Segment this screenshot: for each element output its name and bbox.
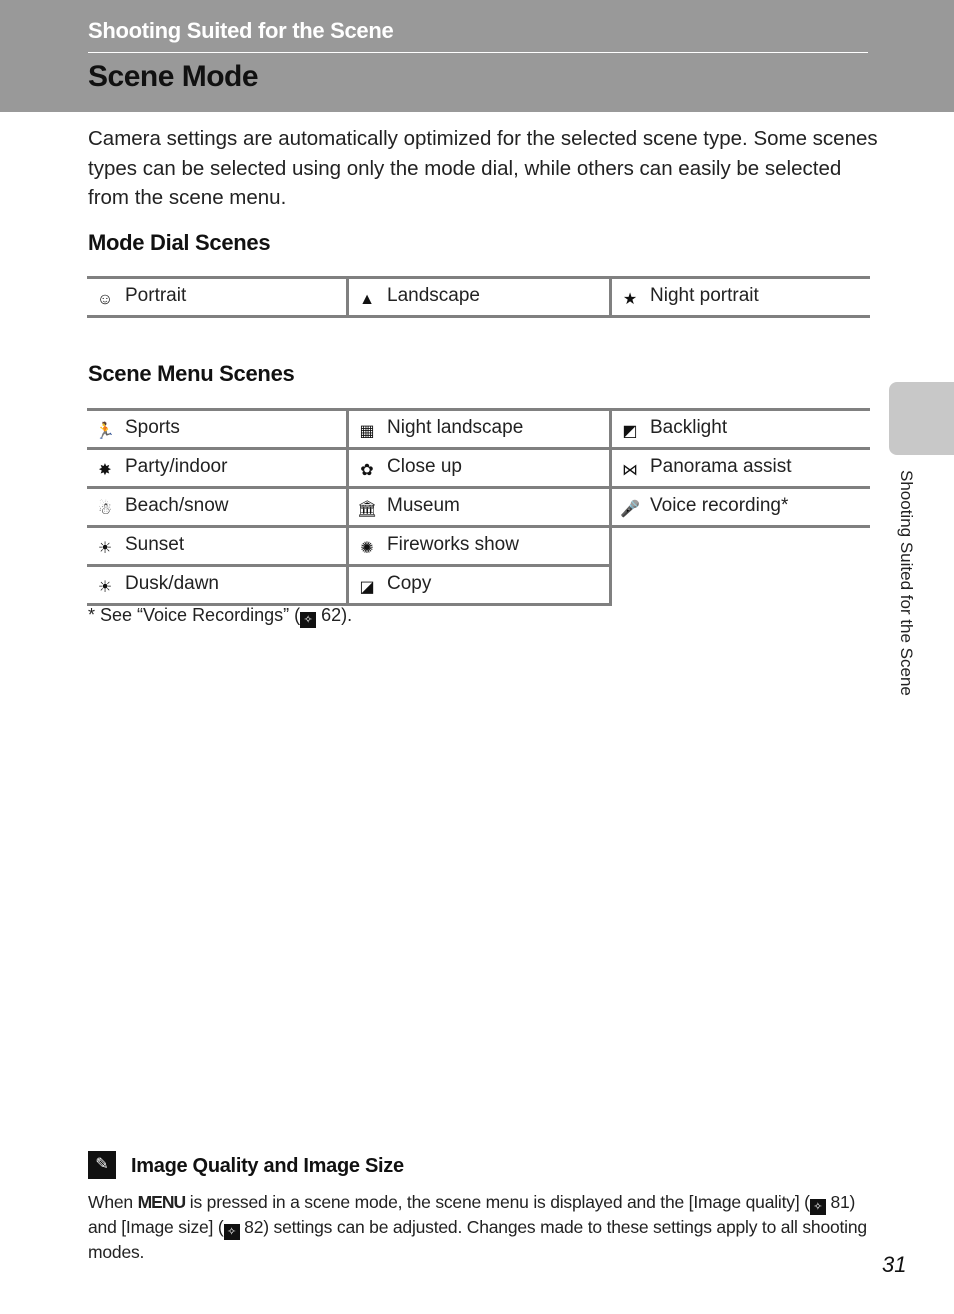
reference-icon: ✧ <box>300 612 317 628</box>
scene-label: Dusk/dawn <box>125 572 219 594</box>
scene-label: Portrait <box>125 284 187 306</box>
close-up-icon: ✿ <box>360 461 374 479</box>
reference-icon: ✧ <box>223 1224 240 1240</box>
scene-label: Night landscape <box>387 416 524 438</box>
panorama-assist-icon: ⋈ <box>622 461 638 479</box>
footnote-page-ref[interactable]: 62). <box>316 605 352 625</box>
scene-label: Panorama assist <box>650 455 792 477</box>
scene-label: Night portrait <box>650 284 759 306</box>
table-row: ☺ Portrait ▲ Landscape ★ Night portrait <box>87 276 870 318</box>
portrait-icon: ☺ <box>96 290 114 308</box>
scene-label: Sunset <box>125 533 185 555</box>
intro-paragraph: Camera settings are automatically optimi… <box>88 127 878 209</box>
scene-cell: ✺ Fireworks show <box>346 525 611 567</box>
scene-label: Beach/snow <box>125 494 229 516</box>
landscape-icon: ▲ <box>359 290 375 308</box>
tip-text: is pressed in a scene mode, the scene me… <box>185 1192 810 1212</box>
beach-snow-icon: ☃ <box>97 500 113 518</box>
scene-label: Fireworks show <box>387 533 519 555</box>
scene-label: Sports <box>125 416 180 438</box>
mode-dial-cell: ▲ Landscape <box>346 276 611 318</box>
scene-cell: ▦ Night landscape <box>346 408 611 450</box>
scene-cell: ⋈ Panorama assist <box>609 447 870 489</box>
table-row: ☀ Dusk/dawn ◪ Copy <box>87 564 870 606</box>
empty-cell <box>609 565 870 605</box>
scene-label: Close up <box>387 455 462 477</box>
scene-menu-heading: Scene Menu Scenes <box>88 361 295 386</box>
header-divider <box>88 52 868 53</box>
scene-cell: ☀ Sunset <box>87 525 348 567</box>
scene-cell: ☀ Dusk/dawn <box>87 564 348 606</box>
footnote-text: * See “Voice Recordings” ( <box>88 605 301 625</box>
scene-cell: 🏛 Museum <box>346 486 611 528</box>
scene-cell: ◩ Backlight <box>609 408 870 450</box>
sports-icon: 🏃 <box>95 422 115 440</box>
scene-label: Backlight <box>650 416 728 438</box>
scene-label: Landscape <box>387 284 480 306</box>
footnote: * See “Voice Recordings” (✧ 62). <box>88 605 352 628</box>
sunset-icon: ☀ <box>97 539 113 557</box>
scene-cell: 🎤 Voice recording* <box>609 486 870 528</box>
scene-cell: ☃ Beach/snow <box>87 486 348 528</box>
backlight-icon: ◩ <box>622 422 638 440</box>
fireworks-show-icon: ✺ <box>360 539 374 557</box>
side-tab[interactable] <box>889 382 954 455</box>
mode-dial-table: ☺ Portrait ▲ Landscape ★ Night portrait <box>87 276 870 318</box>
section-title: Shooting Suited for the Scene <box>88 18 394 43</box>
tip-icon: ✎ <box>88 1151 116 1179</box>
museum-icon: 🏛 <box>357 500 378 518</box>
scene-label: Voice recording* <box>650 494 789 516</box>
empty-cell <box>609 526 870 566</box>
scene-label: Party/indoor <box>125 455 228 477</box>
mode-dial-cell: ☺ Portrait <box>87 276 348 318</box>
table-row: ✸ Party/indoor ✿ Close up ⋈ Panorama assist <box>87 447 870 489</box>
side-tab-label: Shooting Suited for the Scene <box>897 470 916 696</box>
reference-icon: ✧ <box>809 1199 826 1215</box>
scene-cell: ✿ Close up <box>346 447 611 489</box>
scene-label: Museum <box>387 494 460 516</box>
scene-label: Copy <box>387 572 432 594</box>
tip-title: Image Quality and Image Size <box>131 1155 404 1177</box>
page-title: Scene Mode <box>88 60 259 93</box>
page-number: 31 <box>882 1252 907 1277</box>
mode-dial-cell: ★ Night portrait <box>609 276 870 318</box>
scene-cell: 🏃 Sports <box>87 408 348 450</box>
tip-body: When MENU is pressed in a scene mode, th… <box>88 1190 878 1264</box>
scene-cell: ✸ Party/indoor <box>87 447 348 489</box>
menu-button-icon: MENU <box>137 1192 187 1212</box>
night-portrait-icon: ★ <box>622 290 638 308</box>
night-landscape-icon: ▦ <box>359 422 375 440</box>
voice-recording-icon: 🎤 <box>620 500 640 518</box>
tip-text: When <box>88 1192 138 1212</box>
party-indoor-icon: ✸ <box>98 461 112 479</box>
mode-dial-heading: Mode Dial Scenes <box>88 230 271 255</box>
table-row: ☃ Beach/snow 🏛 Museum 🎤 Voice recording* <box>87 486 870 528</box>
table-row: ☀ Sunset ✺ Fireworks show <box>87 525 870 567</box>
table-row: 🏃 Sports ▦ Night landscape ◩ Backlight <box>87 408 870 450</box>
page-header: Shooting Suited for the Scene Scene Mode <box>0 0 954 112</box>
dusk-dawn-icon: ☀ <box>97 578 113 596</box>
copy-icon: ◪ <box>359 578 375 596</box>
scene-menu-table: 🏃 Sports ▦ Night landscape ◩ Backlight ✸ Par… <box>87 408 870 606</box>
scene-cell: ◪ Copy <box>346 564 611 606</box>
